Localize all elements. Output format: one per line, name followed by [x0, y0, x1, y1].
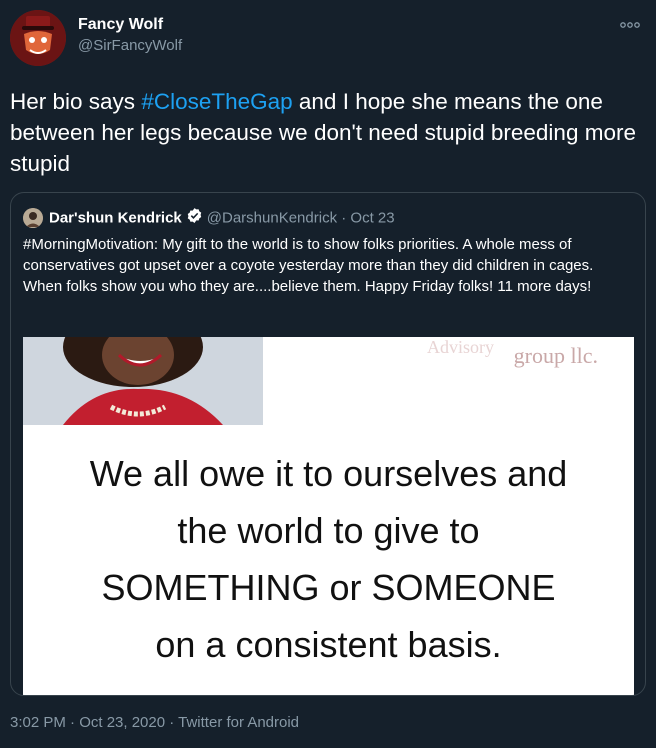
image-quote-line-1: We all owe it to ourselves and: [89, 453, 568, 494]
verified-badge-icon: [186, 207, 203, 229]
quoted-tweet-image[interactable]: Advisory group llc. We all owe it to our…: [23, 337, 634, 695]
tweet-text-before: Her bio says: [10, 89, 142, 114]
hashtag-link[interactable]: #CloseTheGap: [141, 89, 292, 114]
image-brand-top: Advisory: [427, 337, 494, 357]
portrait-photo: [23, 337, 263, 425]
tweet-header: Fancy Wolf @SirFancyWolf: [10, 10, 646, 66]
image-quote-line-3: SOMETHING or SOMEONE: [101, 567, 556, 608]
image-quote-text: We all owe it to ourselves and the world…: [23, 445, 634, 673]
quoted-tweet[interactable]: Dar'shun Kendrick @DarshunKendrick · Oct …: [10, 192, 646, 696]
quoted-display-name[interactable]: Dar'shun Kendrick: [49, 210, 182, 227]
meta-separator: ·: [337, 209, 351, 227]
image-quote-line-2: the world to give to: [177, 510, 480, 551]
quoted-avatar[interactable]: [23, 208, 43, 228]
user-avatar[interactable]: [10, 10, 66, 66]
more-icon[interactable]: [620, 16, 640, 32]
tweet-timestamp[interactable]: 3:02 PM · Oct 23, 2020 · Twitter for And…: [10, 714, 299, 731]
user-names: Fancy Wolf @SirFancyWolf: [78, 15, 182, 56]
quoted-tweet-text: #MorningMotivation: My gift to the world…: [23, 236, 594, 295]
image-brand-bottom: group llc.: [513, 343, 598, 368]
image-quote-line-4: on a consistent basis.: [155, 624, 502, 665]
display-name[interactable]: Fancy Wolf: [78, 15, 182, 35]
quoted-tweet-header: Dar'shun Kendrick @DarshunKendrick · Oct …: [23, 207, 395, 229]
quoted-handle[interactable]: @DarshunKendrick: [207, 210, 337, 227]
user-handle[interactable]: @SirFancyWolf: [78, 36, 182, 56]
tweet-text: Her bio says #CloseTheGap and I hope she…: [10, 86, 640, 179]
quoted-date[interactable]: Oct 23: [350, 210, 394, 227]
